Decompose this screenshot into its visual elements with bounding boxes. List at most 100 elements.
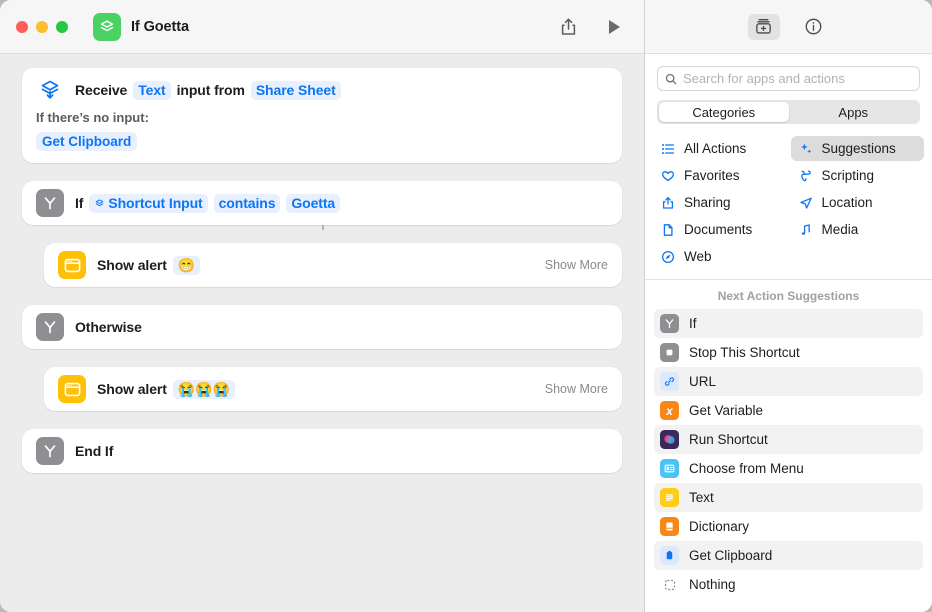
- suggestion-item-stop-this-shortcut[interactable]: Stop This Shortcut: [654, 338, 923, 367]
- category-label: Favorites: [684, 168, 740, 183]
- dashed-square-icon: [660, 575, 679, 594]
- shortcuts-window: If Goetta: [0, 0, 932, 612]
- end-if-text: End If: [75, 443, 113, 459]
- play-icon[interactable]: [606, 18, 622, 36]
- category-label: Documents: [684, 222, 752, 237]
- suggestion-item-run-shortcut[interactable]: Run Shortcut: [654, 425, 923, 454]
- if-variable-token[interactable]: Shortcut Input: [89, 194, 207, 213]
- if-branch-icon: [660, 314, 679, 333]
- dictionary-book-icon: [660, 517, 679, 536]
- alert-window-icon: [58, 375, 86, 403]
- action-card-if[interactable]: If Shortcut Input contains Goetta: [22, 181, 622, 225]
- if-value-token[interactable]: Goetta: [286, 194, 340, 213]
- shortcuts-layers-icon: [93, 13, 121, 41]
- show-more-false-button[interactable]: Show More: [545, 382, 608, 396]
- text-lines-icon: [660, 488, 679, 507]
- if-row[interactable]: If Shortcut Input contains Goetta: [22, 181, 622, 225]
- suggestion-item-url[interactable]: URL: [654, 367, 923, 396]
- action-card-end-if[interactable]: End If: [22, 429, 622, 473]
- if-branch-icon: [36, 437, 64, 465]
- suggestions-list: If Stop This Shortcut: [645, 309, 932, 612]
- action-card-receive-input[interactable]: Receive Text input from Share Sheet If t…: [22, 68, 622, 163]
- category-sharing[interactable]: Sharing: [653, 190, 787, 215]
- if-text: If Shortcut Input contains Goetta: [75, 194, 340, 213]
- run-shortcut-icon: [660, 430, 679, 449]
- category-favorites[interactable]: Favorites: [653, 163, 787, 188]
- action-card-otherwise[interactable]: Otherwise: [22, 305, 622, 349]
- search-icon: [665, 73, 677, 85]
- stop-square-icon: [660, 343, 679, 362]
- suggestion-item-get-variable[interactable]: x Get Variable: [654, 396, 923, 425]
- suggestion-label: Get Variable: [689, 403, 763, 418]
- suggestion-item-dictionary[interactable]: Dictionary: [654, 512, 923, 541]
- close-button[interactable]: [16, 21, 28, 33]
- variable-x-icon: x: [660, 401, 679, 420]
- action-card-show-alert-true[interactable]: Show alert 😁 Show More: [44, 243, 622, 287]
- input-type-token[interactable]: Text: [133, 81, 170, 100]
- show-more-true-button[interactable]: Show More: [545, 258, 608, 272]
- suggestion-item-text[interactable]: Text: [654, 483, 923, 512]
- category-suggestions[interactable]: Suggestions: [791, 136, 925, 161]
- minimize-button[interactable]: [36, 21, 48, 33]
- category-label: Web: [684, 249, 712, 264]
- suggestion-label: If: [689, 316, 697, 331]
- if-branch-icon: [36, 313, 64, 341]
- suggestion-label: Stop This Shortcut: [689, 345, 800, 360]
- category-documents[interactable]: Documents: [653, 217, 787, 242]
- suggestion-label: URL: [689, 374, 716, 389]
- receive-input-icon: [36, 76, 64, 104]
- suggestion-item-if[interactable]: If: [654, 309, 923, 338]
- show-alert-false-label: Show alert: [97, 381, 167, 397]
- receive-input-row[interactable]: Receive Text input from Share Sheet: [22, 68, 622, 112]
- no-input-fallback-token[interactable]: Get Clipboard: [36, 132, 137, 151]
- category-label: Media: [822, 222, 859, 237]
- show-alert-true-text: Show alert 😁: [97, 256, 200, 275]
- suggestion-label: Run Shortcut: [689, 432, 768, 447]
- scroll-icon: [798, 169, 814, 183]
- category-all-actions[interactable]: All Actions: [653, 136, 787, 161]
- zoom-button[interactable]: [56, 21, 68, 33]
- share-icon[interactable]: [559, 17, 578, 37]
- list-bullet-icon: [660, 142, 676, 156]
- suggestion-label: Text: [689, 490, 714, 505]
- category-location[interactable]: Location: [791, 190, 925, 215]
- category-scripting[interactable]: Scripting: [791, 163, 925, 188]
- tab-categories[interactable]: Categories: [659, 102, 789, 122]
- suggestion-item-nothing[interactable]: Nothing: [654, 570, 923, 599]
- suggestion-label: Nothing: [689, 577, 736, 592]
- action-card-show-alert-false[interactable]: Show alert 😭😭😭 Show More: [44, 367, 622, 411]
- category-label: Sharing: [684, 195, 731, 210]
- category-media[interactable]: Media: [791, 217, 925, 242]
- action-library-sidebar: Search for apps and actions Categories A…: [645, 0, 932, 612]
- info-circle-icon[interactable]: [798, 14, 830, 40]
- library-mode-segmented-control[interactable]: Categories Apps: [657, 100, 920, 124]
- search-placeholder: Search for apps and actions: [683, 71, 845, 86]
- suggestion-item-choose-from-menu[interactable]: Choose from Menu: [654, 454, 923, 483]
- otherwise-row[interactable]: Otherwise: [22, 305, 622, 349]
- page-title: If Goetta: [131, 19, 189, 35]
- category-web[interactable]: Web: [653, 244, 787, 269]
- search-input[interactable]: Search for apps and actions: [657, 66, 920, 91]
- no-input-label: If there’s no input:: [22, 110, 622, 125]
- show-alert-false-text: Show alert 😭😭😭: [97, 380, 235, 399]
- show-alert-true-row[interactable]: Show alert 😁 Show More: [44, 243, 622, 287]
- end-if-row[interactable]: End If: [22, 429, 622, 473]
- traffic-lights[interactable]: [16, 21, 68, 33]
- alert-window-icon: [58, 251, 86, 279]
- input-source-token[interactable]: Share Sheet: [251, 81, 341, 100]
- show-alert-true-label: Show alert: [97, 257, 167, 273]
- show-alert-false-row[interactable]: Show alert 😭😭😭 Show More: [44, 367, 622, 411]
- suggestion-item-get-clipboard[interactable]: Get Clipboard: [654, 541, 923, 570]
- show-alert-false-message-token[interactable]: 😭😭😭: [173, 380, 235, 399]
- receive-middle-label: input from: [177, 82, 245, 98]
- if-condition-token[interactable]: contains: [214, 194, 281, 213]
- category-grid: All Actions Suggestions Favorites: [645, 136, 932, 280]
- tab-apps[interactable]: Apps: [789, 102, 919, 122]
- titlebar-actions: [559, 17, 630, 37]
- action-library-icon[interactable]: [748, 14, 780, 40]
- sparkles-icon: [798, 142, 814, 156]
- category-label: All Actions: [684, 141, 746, 156]
- receive-prefix-label: Receive: [75, 82, 127, 98]
- suggestion-label: Get Clipboard: [689, 548, 772, 563]
- show-alert-true-message-token[interactable]: 😁: [173, 256, 200, 275]
